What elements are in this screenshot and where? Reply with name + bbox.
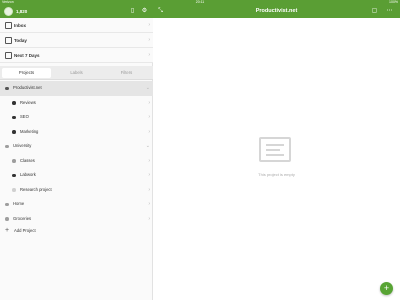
project-color-dot <box>12 115 16 119</box>
project-label: Labwork <box>20 172 36 177</box>
project-color-dot <box>5 144 9 148</box>
project-item[interactable]: Labwork › <box>0 168 153 183</box>
project-color-dot <box>12 173 16 177</box>
sidebar: Inbox › Today › Next 7 Days › Projects L… <box>0 18 153 300</box>
chevron-right-icon: › <box>148 172 150 178</box>
more-icon[interactable]: ⋯ <box>386 8 393 15</box>
project-item[interactable]: Research project › <box>0 183 153 198</box>
chevron-right-icon: › <box>148 128 150 135</box>
project-label: University <box>13 143 32 148</box>
page-title: Productivist.net <box>255 8 298 14</box>
empty-icon-line <box>266 144 284 146</box>
chevron-right-icon: › <box>148 201 150 207</box>
chevron-right-icon: › <box>148 52 150 58</box>
add-project-label: Add Project <box>14 228 36 233</box>
settings-icon[interactable]: ⚙ <box>141 8 148 15</box>
empty-project-icon <box>259 137 291 162</box>
project-label: Productivist.net <box>13 85 42 90</box>
tab-labels[interactable]: Labels <box>52 68 101 78</box>
plus-icon: + <box>5 227 10 234</box>
add-project-button[interactable]: + Add Project <box>0 223 153 238</box>
calendar-icon <box>5 37 12 44</box>
project-label: Reviews <box>20 99 36 105</box>
main-content: This project is empty + <box>153 18 400 300</box>
chevron-right-icon: › <box>148 114 150 120</box>
chevron-right-icon: › <box>148 22 150 28</box>
avatar[interactable] <box>4 7 13 16</box>
calendar-week-icon <box>5 52 12 59</box>
sidebar-item-label: Next 7 Days <box>14 53 40 58</box>
project-item[interactable]: Classes › <box>0 154 153 169</box>
chevron-right-icon: › <box>148 157 150 164</box>
project-item[interactable]: University ⌄ <box>0 139 153 154</box>
project-label: Classes <box>20 157 35 163</box>
notifications-icon[interactable]: ▯ <box>129 8 136 15</box>
project-color-dot <box>5 86 9 90</box>
chevron-right-icon: › <box>148 186 150 193</box>
tab-filters[interactable]: Filters <box>102 68 151 78</box>
chevron-down-icon[interactable]: ⌄ <box>146 139 150 154</box>
sidebar-item-label: Inbox <box>14 23 26 28</box>
karma-count[interactable]: 1,820 <box>16 5 27 18</box>
project-color-dot <box>12 159 16 163</box>
project-label: Marketing <box>20 128 39 134</box>
empty-icon-line <box>266 154 284 156</box>
sidebar-item-label: Today <box>14 38 27 43</box>
project-color-dot <box>12 101 16 105</box>
sidebar-item-next-7-days[interactable]: Next 7 Days › <box>0 48 153 63</box>
project-color-dot <box>12 188 16 192</box>
project-label: Home <box>13 201 25 206</box>
sidebar-tabs: Projects Labels Filters <box>0 66 153 80</box>
sidebar-item-today[interactable]: Today › <box>0 33 153 48</box>
project-item[interactable]: Marketing › <box>0 125 153 140</box>
tab-projects[interactable]: Projects <box>2 68 51 78</box>
chevron-right-icon: › <box>148 37 150 43</box>
project-label: SEO <box>20 114 29 119</box>
comments-icon[interactable]: ▢ <box>371 8 378 15</box>
app-header: 1,820 ▯ ⚙ ⤡ Productivist.net ▢ ⋯ <box>0 5 400 18</box>
project-item[interactable]: Home › <box>0 197 153 212</box>
project-item[interactable]: Productivist.net ⌄ <box>0 81 153 96</box>
project-color-dot <box>5 217 9 221</box>
add-task-button[interactable]: + <box>380 282 393 295</box>
inbox-icon <box>5 22 12 29</box>
project-item[interactable]: Reviews › <box>0 96 153 111</box>
project-color-dot <box>12 130 16 134</box>
project-item[interactable]: SEO › <box>0 110 153 125</box>
chevron-right-icon: › <box>148 99 150 106</box>
sidebar-item-inbox[interactable]: Inbox › <box>0 18 153 33</box>
project-color-dot <box>5 202 9 206</box>
empty-state-text: This project is empty <box>258 172 295 177</box>
empty-icon-line <box>266 149 280 151</box>
project-label: Research project <box>20 186 52 192</box>
chevron-down-icon[interactable]: ⌄ <box>146 81 150 96</box>
